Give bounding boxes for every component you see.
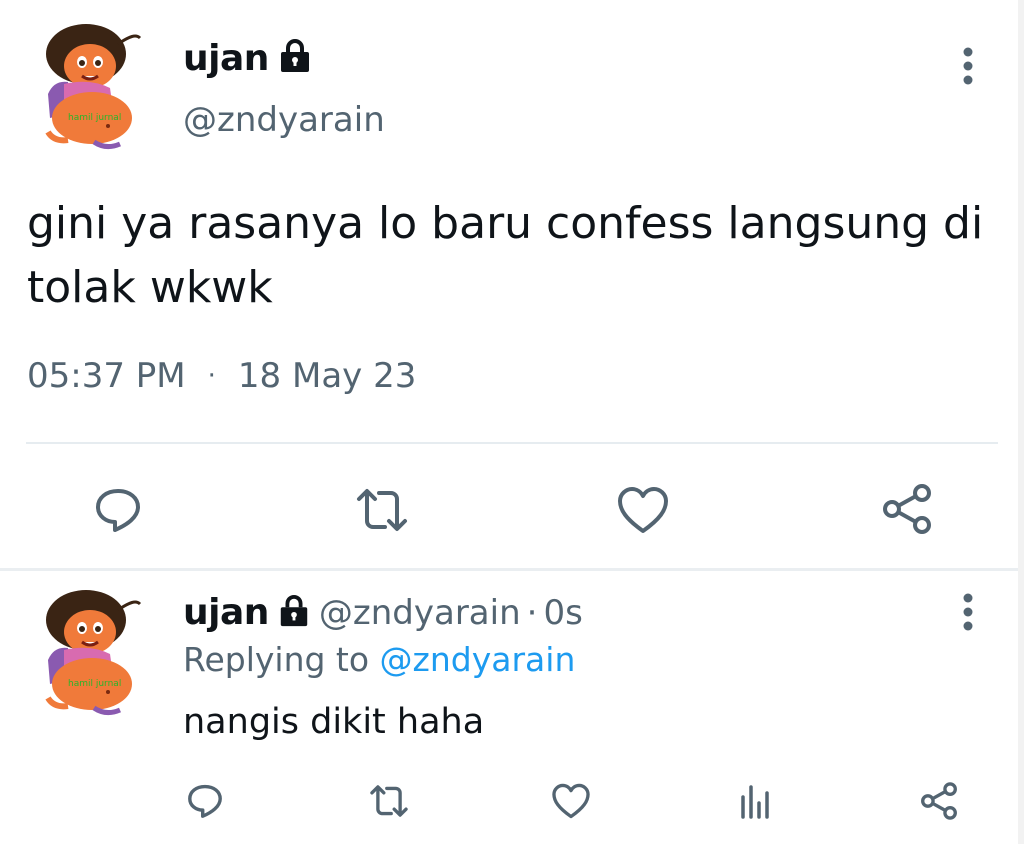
more-vertical-icon[interactable] [958,46,978,86]
reply-avatar[interactable]: hamil jurnal [34,588,144,718]
reply-button[interactable] [90,482,146,538]
reply-separator: · [526,593,538,633]
tweet-time: 05:37 PM [27,356,186,396]
reply-button[interactable] [184,780,226,822]
reply-handle[interactable]: @zndyarain [319,593,521,633]
reply-header: ujan @zndyarain · 0s [183,592,583,633]
reply-display-name[interactable]: ujan [183,592,269,633]
retweet-icon [370,785,408,817]
avatar-caption: hamil jurnal [68,679,121,689]
display-name[interactable]: ujan [183,38,269,79]
share-button[interactable] [878,480,936,538]
lock-icon [277,594,311,632]
reply-icon [188,784,222,818]
heart-icon [618,487,668,533]
lock-icon [277,38,313,79]
tweet-timestamp[interactable]: 05:37 PM · 18 May 23 [27,356,416,396]
right-edge [1018,0,1024,844]
reply-text: nangis dikit haha [183,702,485,742]
meta-separator: · [207,361,216,391]
share-icon [883,484,931,534]
analytics-button[interactable] [736,780,776,822]
share-button[interactable] [918,780,960,822]
tweet-date: 18 May 23 [237,356,417,396]
avatar-image: hamil jurnal [45,24,142,150]
analytics-icon [741,785,769,819]
section-divider [0,568,1024,571]
share-icon [921,782,957,820]
author-handle[interactable]: @zndyarain [183,100,385,140]
more-vertical-icon[interactable] [958,592,978,632]
retweet-button[interactable] [352,480,412,540]
retweet-icon [357,489,407,531]
avatar-image: hamil jurnal [45,590,142,716]
avatar-caption: hamil jurnal [68,113,121,123]
divider [26,442,998,444]
tweet-text: gini ya rasanya lo baru confess langsung… [27,198,984,313]
replying-to: Replying to @zndyarain [183,640,575,679]
author-name-row: ujan [183,38,313,79]
replying-mention[interactable]: @zndyarain [380,640,576,679]
reply-icon [96,489,140,532]
replying-prefix: Replying to [183,640,370,679]
avatar[interactable]: hamil jurnal [34,22,144,152]
heart-icon [552,783,590,819]
like-button[interactable] [614,482,672,538]
reply-time[interactable]: 0s [543,593,582,633]
retweet-button[interactable] [366,780,412,822]
like-button[interactable] [550,780,592,822]
